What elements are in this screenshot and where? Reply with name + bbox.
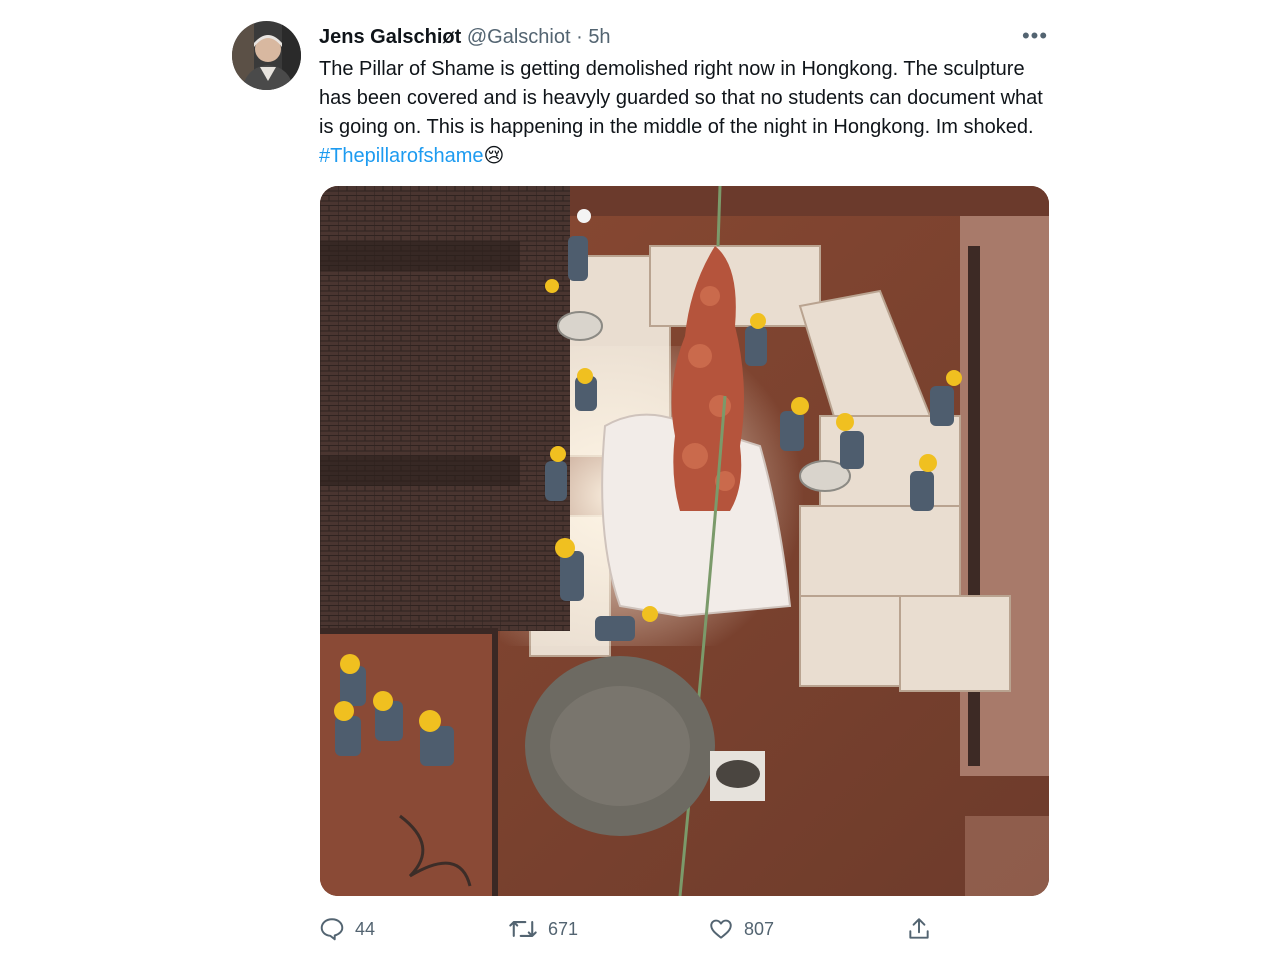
- more-icon: •••: [1021, 23, 1049, 48]
- avatar[interactable]: [232, 21, 301, 90]
- share-icon: [909, 918, 929, 939]
- reply-button[interactable]: 44: [319, 913, 375, 945]
- share-button[interactable]: [906, 913, 932, 945]
- tweet-time[interactable]: 5h: [588, 26, 610, 48]
- crying-emoji: 😢: [483, 145, 505, 167]
- header-separator: ·: [576, 26, 583, 48]
- avatar-image: [232, 21, 301, 90]
- heart-icon: [710, 919, 732, 939]
- like-count: 807: [744, 918, 775, 939]
- author-name[interactable]: Jens Galschiøt: [319, 26, 461, 48]
- more-options-button[interactable]: •••: [1016, 22, 1054, 52]
- reply-count: 44: [355, 918, 376, 939]
- author-handle[interactable]: @Galschiot: [467, 26, 571, 48]
- reply-icon: [320, 918, 344, 941]
- retweet-count: 671: [548, 918, 579, 939]
- retweet-button[interactable]: 671: [508, 913, 578, 945]
- like-button[interactable]: 807: [708, 913, 774, 945]
- hashtag-link[interactable]: #Thepillarofshame: [319, 145, 484, 167]
- photo-scene: [320, 186, 1049, 896]
- tweet: Jens Galschiøt @Galschiot · 5h ••• The P…: [0, 0, 1280, 960]
- tweet-actions: 44 671 807: [0, 905, 1280, 953]
- tweet-header: Jens Galschiøt @Galschiot · 5h: [319, 24, 611, 50]
- tweet-body: The Pillar of Shame is getting demolishe…: [319, 58, 1043, 138]
- tweet-text: The Pillar of Shame is getting demolishe…: [319, 55, 1059, 171]
- retweet-icon: [509, 921, 537, 937]
- tweet-photo[interactable]: [320, 186, 1049, 896]
